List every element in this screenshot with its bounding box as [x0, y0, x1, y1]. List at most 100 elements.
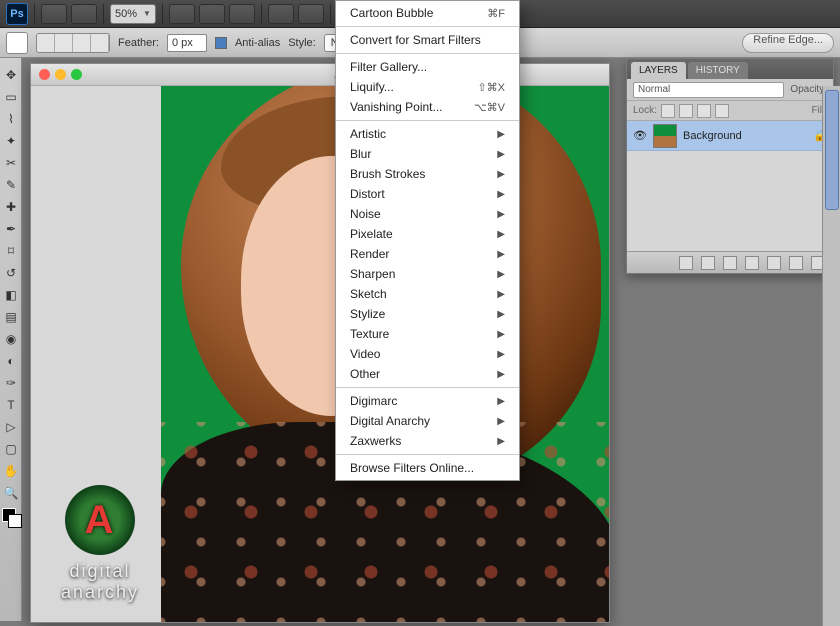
hand-tool-button[interactable]	[169, 4, 195, 24]
menu-label: Vanishing Point...	[350, 100, 443, 114]
menu-item-smart-filters[interactable]: Convert for Smart Filters	[336, 30, 519, 50]
submenu-arrow-icon: ▶	[497, 249, 505, 260]
menu-item-sharpen[interactable]: Sharpen▶	[336, 264, 519, 284]
separator	[34, 4, 35, 24]
refine-edge-button[interactable]: Refine Edge...	[742, 33, 834, 53]
layer-style-icon[interactable]	[701, 256, 715, 270]
menu-label: Other	[350, 367, 380, 381]
menu-item-distort[interactable]: Distort▶	[336, 184, 519, 204]
minimize-icon[interactable]	[55, 69, 66, 80]
group-icon[interactable]	[767, 256, 781, 270]
blend-mode-combo[interactable]: Normal	[633, 82, 784, 98]
lock-position-icon[interactable]	[697, 104, 711, 118]
screen-mode-button[interactable]	[298, 4, 324, 24]
menu-label: Noise	[350, 207, 381, 221]
hand-tool[interactable]: ✋	[1, 461, 21, 481]
menu-item-last-filter[interactable]: Cartoon Bubble ⌘F	[336, 3, 519, 23]
brush-tool[interactable]: ✒	[1, 219, 21, 239]
menu-item-liquify[interactable]: Liquify... ⇧⌘X	[336, 77, 519, 97]
menu-item-other[interactable]: Other▶	[336, 364, 519, 384]
antialias-checkbox[interactable]	[215, 37, 227, 49]
background-swatch[interactable]	[8, 514, 22, 528]
menu-item-filter-gallery[interactable]: Filter Gallery...	[336, 57, 519, 77]
history-brush-tool[interactable]: ↺	[1, 263, 21, 283]
submenu-arrow-icon: ▶	[497, 129, 505, 140]
arrange-button[interactable]	[268, 4, 294, 24]
color-swatches[interactable]	[0, 508, 21, 538]
submenu-arrow-icon: ▶	[497, 289, 505, 300]
lock-transparent-icon[interactable]	[661, 104, 675, 118]
menu-item-sketch[interactable]: Sketch▶	[336, 284, 519, 304]
watermark: digital anarchy	[30, 485, 170, 603]
zoom-combo[interactable]: 50% ▼	[110, 4, 156, 24]
separator	[162, 4, 163, 24]
menu-item-digimarc[interactable]: Digimarc▶	[336, 391, 519, 411]
bridge-button[interactable]	[41, 4, 67, 24]
heal-tool[interactable]: ✚	[1, 197, 21, 217]
menu-item-video[interactable]: Video▶	[336, 344, 519, 364]
zoom-tool-button[interactable]	[199, 4, 225, 24]
menu-item-vanishing-point[interactable]: Vanishing Point... ⌥⌘V	[336, 97, 519, 117]
window-controls[interactable]	[39, 69, 82, 80]
menu-item-digital-anarchy[interactable]: Digital Anarchy▶	[336, 411, 519, 431]
menu-item-browse-online[interactable]: Browse Filters Online...	[336, 458, 519, 478]
stamp-tool[interactable]: ⌑	[1, 241, 21, 261]
menu-item-zaxwerks[interactable]: Zaxwerks▶	[336, 431, 519, 451]
menu-item-texture[interactable]: Texture▶	[336, 324, 519, 344]
menu-item-render[interactable]: Render▶	[336, 244, 519, 264]
adjustment-layer-icon[interactable]	[745, 256, 759, 270]
submenu-arrow-icon: ▶	[497, 209, 505, 220]
tool-preset-swatch[interactable]	[6, 32, 28, 54]
eraser-tool[interactable]: ◧	[1, 285, 21, 305]
menu-label: Zaxwerks	[350, 434, 401, 448]
right-scrollbar[interactable]	[822, 86, 840, 626]
feather-input[interactable]: 0 px	[167, 34, 207, 52]
lasso-tool[interactable]: ⌇	[1, 109, 21, 129]
menu-item-artistic[interactable]: Artistic▶	[336, 124, 519, 144]
gradient-tool[interactable]: ▤	[1, 307, 21, 327]
crop-tool[interactable]: ✂	[1, 153, 21, 173]
menu-item-pixelate[interactable]: Pixelate▶	[336, 224, 519, 244]
menu-item-brush-strokes[interactable]: Brush Strokes▶	[336, 164, 519, 184]
marquee-tool[interactable]: ▭	[1, 87, 21, 107]
pen-tool[interactable]: ✑	[1, 373, 21, 393]
type-tool[interactable]: T	[1, 395, 21, 415]
submenu-arrow-icon: ▶	[497, 229, 505, 240]
lock-all-icon[interactable]	[715, 104, 729, 118]
rotate-view-button[interactable]	[229, 4, 255, 24]
eyedropper-tool[interactable]: ✎	[1, 175, 21, 195]
marquee-shape-picker[interactable]	[36, 33, 110, 53]
visibility-icon[interactable]: 👁	[633, 129, 647, 142]
path-tool[interactable]: ▷	[1, 417, 21, 437]
layer-mask-icon[interactable]	[723, 256, 737, 270]
layer-list: 👁 Background 🔒	[627, 121, 833, 251]
zoom-icon[interactable]	[71, 69, 82, 80]
menu-label: Convert for Smart Filters	[350, 33, 481, 47]
scrollbar-thumb[interactable]	[825, 90, 839, 210]
move-tool[interactable]: ✥	[1, 65, 21, 85]
submenu-arrow-icon: ▶	[497, 309, 505, 320]
feather-label: Feather:	[118, 37, 159, 49]
layer-thumbnail[interactable]	[653, 124, 677, 148]
tab-history[interactable]: HISTORY	[688, 62, 748, 79]
menu-item-noise[interactable]: Noise ▶	[336, 204, 519, 224]
menu-item-stylize[interactable]: Stylize▶	[336, 304, 519, 324]
menu-label: Browse Filters Online...	[350, 461, 474, 475]
submenu-arrow-icon: ▶	[497, 189, 505, 200]
new-layer-icon[interactable]	[789, 256, 803, 270]
document-titlebar[interactable]: /8) *	[31, 64, 609, 86]
zoom-tool[interactable]: 🔍	[1, 483, 21, 503]
lock-pixels-icon[interactable]	[679, 104, 693, 118]
tab-layers[interactable]: LAYERS	[631, 62, 686, 79]
link-layers-icon[interactable]	[679, 256, 693, 270]
close-icon[interactable]	[39, 69, 50, 80]
shape-tool[interactable]: ▢	[1, 439, 21, 459]
wand-tool[interactable]: ✦	[1, 131, 21, 151]
menu-label: Blur	[350, 147, 371, 161]
dodge-tool[interactable]: ◐	[1, 351, 21, 371]
layer-row[interactable]: 👁 Background 🔒	[627, 121, 833, 151]
layout-button[interactable]	[71, 4, 97, 24]
menu-item-blur[interactable]: Blur▶	[336, 144, 519, 164]
blur-tool[interactable]: ◉	[1, 329, 21, 349]
watermark-logo-icon	[65, 485, 135, 555]
